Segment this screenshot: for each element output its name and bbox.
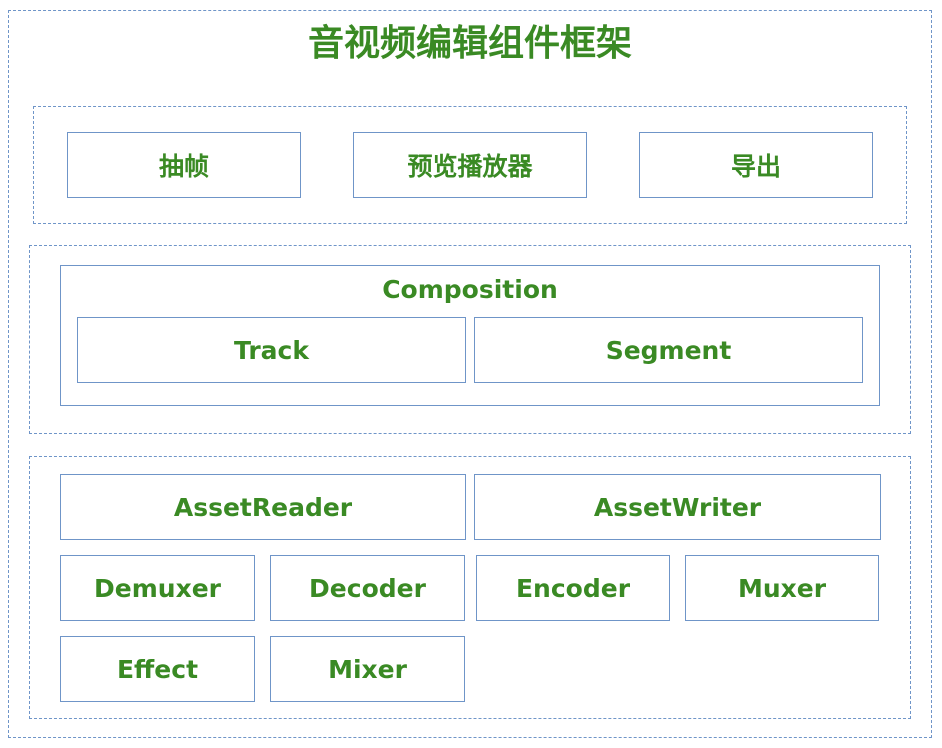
encoder-box: Encoder	[476, 555, 670, 621]
preview-player-box: 预览播放器	[353, 132, 587, 198]
track-box: Track	[77, 317, 466, 383]
diagram-title: 音视频编辑组件框架	[307, 23, 632, 64]
asset-writer-box: AssetWriter	[474, 474, 881, 540]
decoder-box: Decoder	[270, 555, 465, 621]
export-box: 导出	[639, 132, 873, 198]
segment-box: Segment	[474, 317, 863, 383]
mixer-box: Mixer	[270, 636, 465, 702]
composition-label: Composition	[382, 275, 558, 304]
asset-reader-box: AssetReader	[60, 474, 466, 540]
demuxer-box: Demuxer	[60, 555, 255, 621]
effect-box: Effect	[60, 636, 255, 702]
muxer-box: Muxer	[685, 555, 879, 621]
frame-extraction-box: 抽帧	[67, 132, 301, 198]
